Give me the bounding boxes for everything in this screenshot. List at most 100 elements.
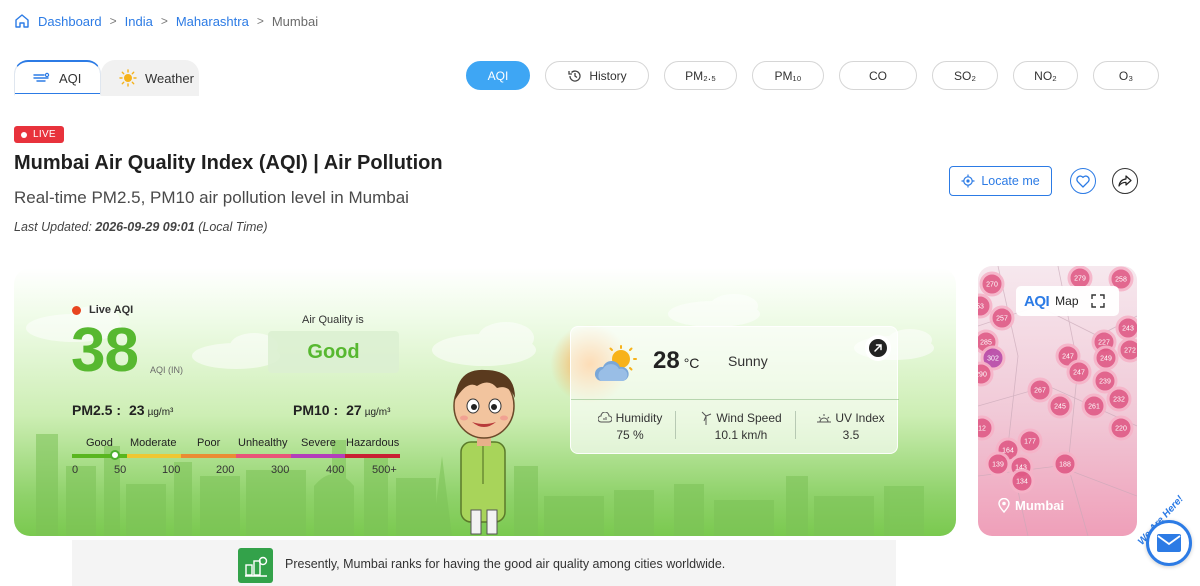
- breadcrumb-india[interactable]: India: [125, 14, 153, 29]
- pill-no2[interactable]: NO₂: [1013, 61, 1078, 90]
- history-icon: [568, 69, 581, 82]
- aqi-value: 38: [71, 316, 139, 385]
- mascot-boy-illustration: [453, 369, 515, 535]
- fullscreen-icon: [1090, 294, 1105, 308]
- tab-weather-label: Weather: [145, 70, 194, 86]
- map-marker[interactable]: 267: [1027, 377, 1053, 403]
- live-dot-icon: [21, 131, 27, 138]
- last-updated-value: 2026-09-29 09:01: [95, 220, 195, 234]
- temperature-value: 28: [653, 347, 680, 374]
- aqi-map-card[interactable]: 270 279 258 53 257 243 227 285 302 249 272 247 290 24…: [978, 266, 1137, 536]
- map-marker-value: 12: [978, 426, 986, 433]
- weather-panel: 28 °C Sunny Humidity 75 % Wind Speed 10.1…: [570, 326, 899, 454]
- map-marker-value: 134: [1016, 479, 1028, 486]
- map-label: Map: [1055, 294, 1079, 308]
- pill-co[interactable]: CO: [839, 61, 917, 90]
- humidity-value: 75 %: [616, 428, 644, 442]
- scale-num-500: 500+: [372, 464, 397, 476]
- home-icon[interactable]: [14, 13, 30, 29]
- pill-pm25[interactable]: PM₂.₅: [664, 61, 737, 90]
- live-badge-label: LIVE: [33, 129, 56, 140]
- pm25-label: PM2.5 :: [72, 402, 122, 418]
- air-quality-label: Air Quality is: [302, 314, 364, 326]
- weather-divider: [571, 399, 899, 400]
- pill-o3[interactable]: O₃: [1093, 61, 1159, 90]
- uv-index-value: 3.5: [842, 428, 860, 442]
- pm10-unit: µg/m³: [364, 407, 391, 418]
- map-marker[interactable]: 245: [1047, 393, 1073, 419]
- map-marker[interactable]: 257: [989, 305, 1015, 331]
- locate-me-label: Locate me: [981, 174, 1040, 188]
- breadcrumb: Dashboard > India > Maharashtra > Mumbai: [14, 13, 318, 29]
- chat-button[interactable]: [1146, 520, 1192, 566]
- locate-me-button[interactable]: Locate me: [949, 166, 1052, 196]
- city-ranking-icon: [238, 548, 273, 583]
- map-marker-value: 257: [996, 316, 1008, 323]
- map-marker[interactable]: 290: [978, 361, 994, 387]
- pill-aqi[interactable]: AQI: [466, 61, 530, 90]
- map-marker-value: 272: [1124, 348, 1136, 355]
- pill-so2[interactable]: SO₂: [932, 61, 998, 90]
- map-marker[interactable]: 249: [1093, 345, 1119, 371]
- map-marker-value: 247: [1073, 370, 1085, 377]
- map-marker[interactable]: 247: [1066, 359, 1092, 385]
- aqi-scale-marker: [110, 450, 120, 460]
- map-marker-value: 188: [1059, 462, 1071, 469]
- scale-segment-poor: [181, 454, 237, 458]
- stat-separator: [795, 411, 796, 439]
- map-marker-value: 247: [1062, 354, 1074, 361]
- sun-icon: [119, 69, 137, 87]
- scale-label-unhealthy: Unhealthy: [238, 437, 288, 449]
- breadcrumb-dashboard[interactable]: Dashboard: [38, 14, 102, 29]
- aqi-scale-numbers: 0 50 100 200 300 400 500+: [72, 464, 412, 478]
- map-marker[interactable]: 232: [1106, 386, 1132, 412]
- favorite-button[interactable]: [1070, 168, 1096, 194]
- pm10-label: PM10 :: [293, 402, 339, 418]
- tab-aqi-label: AQI: [59, 70, 82, 86]
- map-marker-value: 285: [980, 340, 992, 347]
- scale-label-hazardous: Hazardous: [346, 437, 400, 449]
- pm10-value: 27: [346, 402, 362, 418]
- map-marker[interactable]: 220: [1108, 415, 1134, 441]
- map-marker[interactable]: 188: [1052, 451, 1078, 477]
- breadcrumb-maharashtra[interactable]: Maharashtra: [176, 14, 249, 29]
- map-marker-value: 261: [1088, 404, 1100, 411]
- map-marker-value: 249: [1100, 356, 1112, 363]
- scale-num-200: 200: [216, 464, 235, 476]
- map-marker[interactable]: 12: [978, 415, 995, 441]
- wind-turbine-icon: [701, 411, 712, 425]
- map-marker[interactable]: 177: [1017, 428, 1043, 454]
- temperature-unit: °C: [683, 355, 700, 371]
- pill-history-label: History: [589, 68, 627, 83]
- aqi-scale-bar: [72, 454, 401, 458]
- share-icon: [1118, 174, 1132, 187]
- pm25-unit: µg/m³: [147, 407, 174, 418]
- heart-icon: [1076, 174, 1090, 188]
- map-marker[interactable]: 270: [979, 271, 1005, 297]
- chat-widget[interactable]: We Are Here!: [1128, 494, 1200, 586]
- live-badge: LIVE: [14, 126, 64, 143]
- map-marker[interactable]: 261: [1081, 393, 1107, 419]
- uv-sun-icon: [817, 414, 832, 423]
- map-marker-value: 302: [987, 356, 999, 363]
- map-marker[interactable]: 53: [978, 293, 993, 319]
- map-marker-value: 243: [1122, 326, 1134, 333]
- map-marker-value: 232: [1113, 397, 1125, 404]
- scale-segment-hazardous: [345, 454, 401, 458]
- share-button[interactable]: [1112, 168, 1138, 194]
- tab-aqi[interactable]: AQI: [14, 60, 101, 96]
- humidity-stat: Humidity 75 %: [589, 411, 671, 442]
- pill-history[interactable]: History: [545, 61, 649, 90]
- weather-open-button[interactable]: [865, 335, 891, 361]
- map-marker[interactable]: 139: [985, 451, 1011, 477]
- map-marker[interactable]: 272: [1117, 337, 1137, 363]
- humidity-icon: [597, 412, 612, 423]
- tab-weather[interactable]: Weather: [101, 60, 199, 96]
- map-marker-value: 267: [1034, 388, 1046, 395]
- map-marker[interactable]: 243: [1115, 315, 1137, 341]
- map-marker[interactable]: 134: [1009, 468, 1035, 494]
- map-marker-value: 227: [1098, 340, 1110, 347]
- map-toggle-button[interactable]: AQI Map: [1016, 286, 1119, 316]
- pill-pm10[interactable]: PM₁₀: [752, 61, 824, 90]
- aqi-card: Live AQI 38 AQI (IN) Air Quality is Good…: [14, 268, 956, 536]
